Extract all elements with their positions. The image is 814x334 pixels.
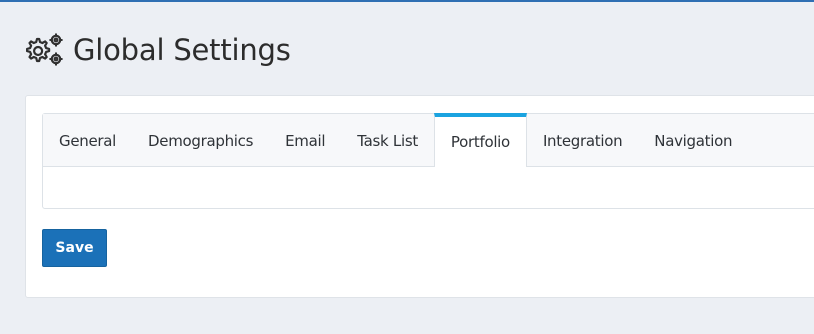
tabs-container: General Demographics Email Task List Por…	[42, 113, 814, 209]
tab-task-list[interactable]: Task List	[341, 114, 434, 167]
tab-email[interactable]: Email	[269, 114, 341, 167]
page-header: Global Settings	[23, 30, 291, 70]
tab-bar: General Demographics Email Task List Por…	[43, 113, 814, 167]
tab-portfolio[interactable]: Portfolio	[433, 113, 527, 167]
save-button[interactable]: Save	[42, 229, 107, 267]
gears-icon	[26, 33, 63, 66]
page-title: Global Settings	[73, 33, 291, 67]
tab-demographics[interactable]: Demographics	[132, 114, 269, 167]
settings-card: General Demographics Email Task List Por…	[25, 95, 814, 298]
tab-general[interactable]: General	[43, 114, 132, 167]
tab-panel	[43, 167, 814, 208]
tab-integration[interactable]: Integration	[527, 114, 638, 167]
tab-navigation[interactable]: Navigation	[638, 114, 748, 167]
